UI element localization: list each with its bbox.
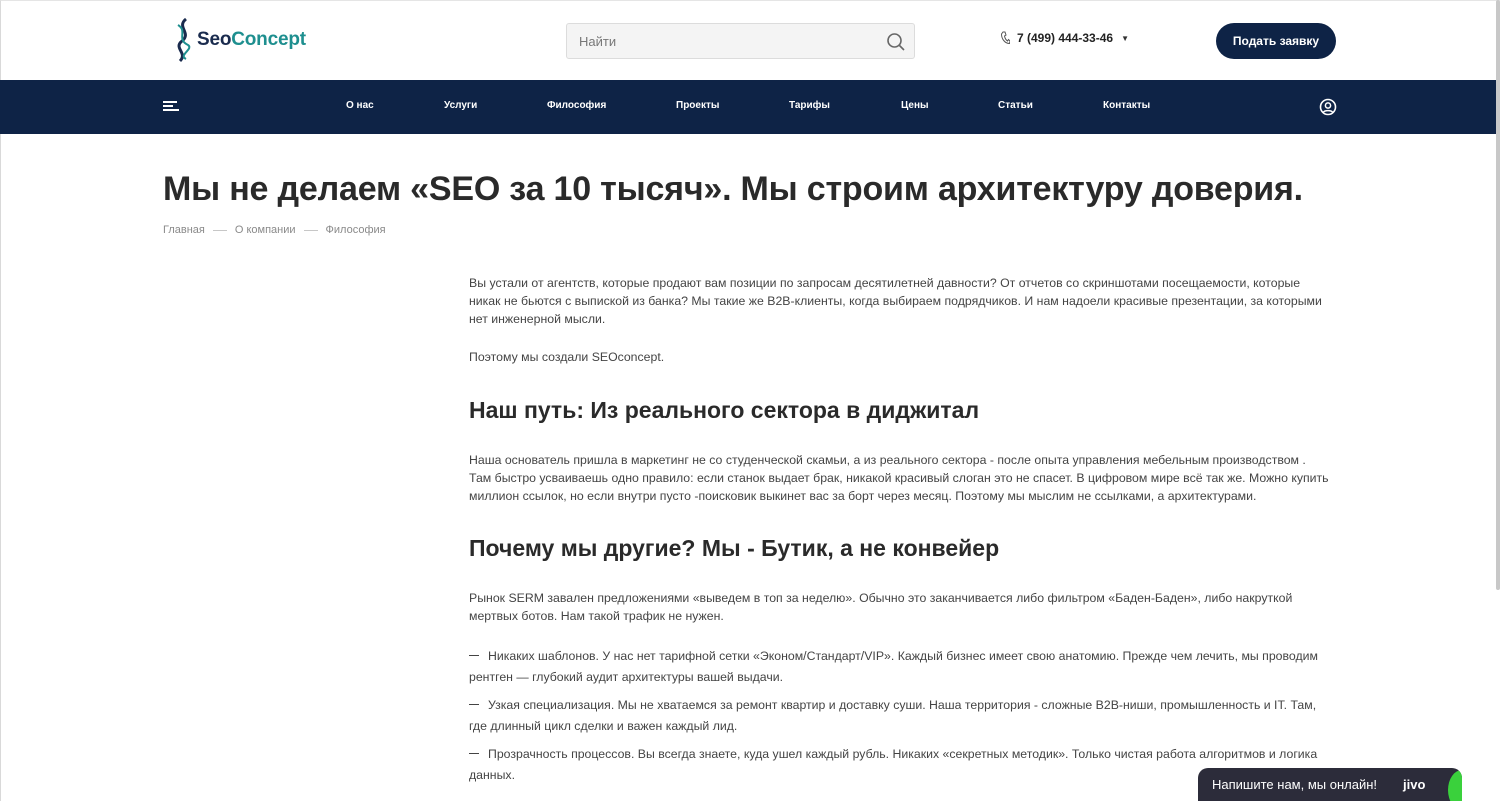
breadcrumb: Главная О компании Философия bbox=[163, 224, 386, 236]
nav-item-articles[interactable]: Статьи bbox=[998, 100, 1033, 111]
scrollbar[interactable] bbox=[1496, 0, 1500, 590]
nav-item-philosophy[interactable]: Философия bbox=[547, 100, 606, 111]
menu-icon[interactable] bbox=[163, 101, 179, 113]
chat-widget[interactable]: Напишите нам, мы онлайн! jivo bbox=[1198, 768, 1462, 801]
logo[interactable]: SeoConcept bbox=[174, 17, 306, 63]
nav-item-prices[interactable]: Цены bbox=[901, 100, 929, 111]
phone-dropdown[interactable]: 7 (499) 444-33-46 ▼ bbox=[1000, 31, 1129, 45]
list-item: Никаких шаблонов. У нас нет тарифной сет… bbox=[469, 649, 1318, 684]
search-input[interactable] bbox=[567, 24, 867, 58]
breadcrumb-company[interactable]: О компании bbox=[235, 224, 296, 236]
nav-item-services[interactable]: Услуги bbox=[444, 100, 477, 111]
path-paragraph: Наша основатель пришла в маркетинг не со… bbox=[469, 453, 1329, 503]
logo-text: SeoConcept bbox=[197, 29, 306, 50]
page-title: Мы не делаем «SEO за 10 тысяч». Мы строи… bbox=[163, 170, 1303, 208]
breadcrumb-home[interactable]: Главная bbox=[163, 224, 205, 236]
user-account-icon[interactable] bbox=[1319, 98, 1337, 116]
chat-status-indicator bbox=[1448, 770, 1462, 801]
breadcrumb-separator bbox=[212, 229, 227, 231]
heading-our-path: Наш путь: Из реального сектора в диджита… bbox=[469, 397, 980, 423]
intro-paragraph-2: Поэтому мы создали SEOconcept. bbox=[469, 350, 665, 364]
nav-item-contacts[interactable]: Контакты bbox=[1103, 100, 1150, 111]
main-nav: О нас Услуги Философия Проекты Тарифы Це… bbox=[0, 80, 1500, 134]
why-paragraph: Рынок SERM завален предложениями «выведе… bbox=[469, 591, 1293, 623]
jivo-logo: jivo bbox=[1403, 777, 1426, 792]
breadcrumb-separator bbox=[303, 229, 318, 231]
dash-bullet bbox=[469, 703, 479, 705]
intro-paragraph: Вы устали от агентств, которые продают в… bbox=[469, 276, 1322, 326]
list-item: Узкая специализация. Мы не хватаемся за … bbox=[469, 698, 1317, 733]
search-icon[interactable] bbox=[886, 32, 906, 52]
nav-item-projects[interactable]: Проекты bbox=[676, 100, 719, 111]
chevron-down-icon: ▼ bbox=[1121, 33, 1129, 43]
submit-request-button[interactable]: Подать заявку bbox=[1216, 23, 1336, 59]
nav-item-about[interactable]: О нас bbox=[346, 100, 374, 111]
phone-number: 7 (499) 444-33-46 bbox=[1017, 31, 1114, 45]
dash-bullet bbox=[469, 752, 479, 754]
dna-logo-icon bbox=[177, 17, 191, 63]
dash-bullet bbox=[469, 654, 479, 656]
phone-icon bbox=[1000, 31, 1010, 45]
breadcrumb-current: Философия bbox=[325, 224, 386, 236]
heading-why-different: Почему мы другие? Мы - Бутик, а не конве… bbox=[469, 535, 1000, 561]
chat-label: Напишите нам, мы онлайн! bbox=[1212, 777, 1378, 792]
nav-item-tariffs[interactable]: Тарифы bbox=[789, 100, 830, 111]
site-header: SeoConcept 7 (499) 444-33-46 ▼ Подать за… bbox=[0, 0, 1500, 80]
search-box bbox=[566, 23, 915, 59]
